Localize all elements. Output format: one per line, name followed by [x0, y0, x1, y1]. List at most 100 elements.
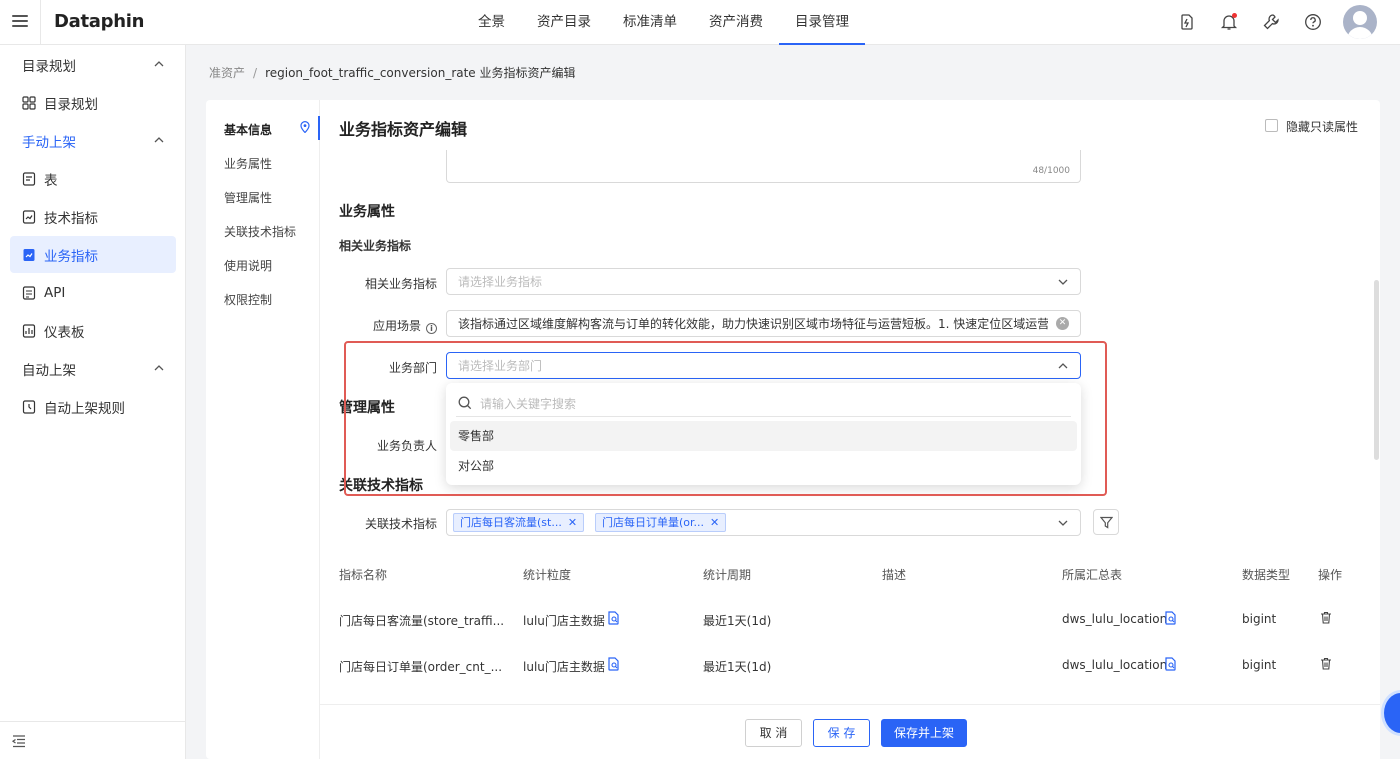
col-header-desc: 描述: [882, 568, 907, 582]
top-bar: Dataphin 全景 资产目录 标准清单 资产消费 目录管理: [0, 0, 1400, 45]
collapse-sidebar-icon[interactable]: [12, 734, 26, 748]
sidebar-item-table[interactable]: 表: [10, 160, 176, 197]
sidebar-group-auto-publish[interactable]: 自动上架: [10, 350, 176, 387]
delete-icon[interactable]: [1320, 657, 1332, 670]
chevron-up-icon: [154, 137, 164, 143]
nav-tab-standards[interactable]: 标准清单: [607, 0, 693, 45]
anchor-management-attrs[interactable]: 管理属性: [224, 189, 272, 206]
col-header-period: 统计周期: [703, 568, 752, 582]
tech-metric-select[interactable]: 门店每日客流量(st... ✕ 门店每日订单量(or... ✕: [446, 509, 1081, 536]
anchor-business-attrs[interactable]: 业务属性: [224, 155, 272, 172]
delete-icon[interactable]: [1320, 611, 1332, 624]
tag-close-icon[interactable]: ✕: [568, 516, 577, 529]
sidebar-item-label: 自动上架规则: [44, 400, 125, 417]
dashboard-icon: [22, 323, 36, 338]
page-title: 业务指标资产编辑: [339, 120, 468, 139]
main-nav: 全景 资产目录 标准清单 资产消费 目录管理: [462, 0, 865, 45]
tag-close-icon[interactable]: ✕: [710, 516, 719, 529]
related-metric-select[interactable]: 请选择业务指标: [446, 268, 1081, 295]
row1-name[interactable]: 门店每日客流量(store_traffi...: [339, 612, 504, 629]
clear-icon[interactable]: ✕: [1056, 317, 1069, 330]
breadcrumb-separator: /: [253, 66, 258, 80]
notification-bell-icon[interactable]: [1220, 13, 1238, 31]
tasks-icon[interactable]: [1178, 13, 1196, 31]
col-header-actions: 操作: [1318, 568, 1343, 582]
menu-icon[interactable]: [12, 13, 28, 29]
sidebar: 目录规划 目录规划 手动上架 表 技术指标 业务指标 API 仪表板 自动上架 …: [0, 45, 186, 759]
grid-icon: [22, 95, 36, 110]
nav-tab-consumption[interactable]: 资产消费: [693, 0, 779, 45]
tech-metric-label: 关联技术指标: [364, 517, 437, 531]
view-detail-icon[interactable]: [607, 611, 620, 625]
anchor-basic-info[interactable]: 基本信息: [224, 121, 272, 138]
anchor-permission-control[interactable]: 权限控制: [224, 291, 272, 308]
breadcrumb-parent[interactable]: 准资产: [209, 66, 245, 80]
row1-type: bigint: [1242, 612, 1277, 626]
sidebar-item-label: 仪表板: [44, 324, 85, 341]
breadcrumb-current: region_foot_traffic_conversion_rate 业务指标…: [265, 66, 576, 80]
sidebar-item-auto-rules[interactable]: 自动上架规则: [10, 388, 176, 425]
row2-table: dws_lulu_location: [1062, 658, 1168, 672]
hide-readonly-checkbox[interactable]: [1265, 119, 1278, 132]
chevron-down-icon: [1058, 520, 1068, 526]
highlight-box: [344, 341, 1107, 496]
sidebar-item-label: 表: [44, 172, 58, 189]
description-textarea[interactable]: 48/1000: [446, 150, 1081, 183]
scene-label: 应用场景: [372, 319, 421, 333]
sidebar-item-label: 技术指标: [44, 210, 98, 227]
view-detail-icon[interactable]: [607, 657, 620, 671]
sidebar-item-api[interactable]: API: [10, 274, 176, 311]
hide-readonly-label[interactable]: 隐藏只读属性: [1286, 118, 1358, 135]
row1-grain: lulu门店主数据: [523, 614, 605, 628]
tech-metric-tag: 门店每日订单量(or... ✕: [595, 513, 727, 532]
save-button[interactable]: 保 存: [813, 719, 870, 747]
nav-tab-overview[interactable]: 全景: [462, 0, 521, 45]
view-detail-icon[interactable]: [1164, 611, 1177, 625]
related-metric-placeholder: 请选择业务指标: [458, 275, 543, 289]
sidebar-item-label: 业务指标: [44, 248, 98, 265]
related-metric-label: 相关业务指标: [364, 277, 437, 291]
user-avatar[interactable]: [1343, 5, 1377, 39]
rules-icon: [22, 399, 36, 414]
tech-metric-tag: 门店每日客流量(st... ✕: [453, 513, 585, 532]
sidebar-group-catalog-plan[interactable]: 目录规划: [10, 46, 176, 83]
anchor-usage-notes[interactable]: 使用说明: [224, 257, 272, 274]
sidebar-item-dashboard[interactable]: 仪表板: [10, 312, 176, 349]
row2-name[interactable]: 门店每日订单量(order_cnt_...: [339, 658, 502, 675]
tools-icon[interactable]: [1262, 13, 1280, 31]
anchor-related-tech-metrics[interactable]: 关联技术指标: [224, 223, 296, 240]
cancel-button[interactable]: 取 消: [745, 719, 802, 747]
row2-grain: lulu门店主数据: [523, 660, 605, 674]
sidebar-group-label: 目录规划: [22, 58, 76, 75]
app-logo[interactable]: Dataphin: [54, 11, 144, 32]
filter-button[interactable]: [1093, 509, 1119, 535]
sidebar-footer: [0, 721, 186, 759]
chevron-down-icon: [1058, 279, 1068, 285]
row1-period: 最近1天(1d): [703, 614, 772, 628]
sidebar-group-label: 自动上架: [22, 362, 76, 379]
help-icon[interactable]: [1304, 13, 1322, 31]
nav-tab-catalog-management[interactable]: 目录管理: [779, 0, 865, 45]
nav-tab-catalog[interactable]: 资产目录: [521, 0, 607, 45]
scene-input[interactable]: 该指标通过区域维度解构客流与订单的转化效能，助力快速识别区域市场特征与运营短板。…: [446, 310, 1081, 337]
tag-label: 门店每日订单量(or...: [602, 516, 705, 529]
save-and-publish-button[interactable]: 保存并上架: [881, 719, 967, 747]
chevron-up-icon: [154, 61, 164, 67]
metric-doc-icon: [22, 209, 36, 224]
sidebar-item-business-metric[interactable]: 业务指标: [10, 236, 176, 273]
sidebar-item-catalog-plan[interactable]: 目录规划: [10, 84, 176, 121]
sidebar-group-manual-publish[interactable]: 手动上架: [10, 122, 176, 159]
char-counter: 48/1000: [1032, 166, 1070, 176]
col-header-name: 指标名称: [339, 568, 388, 582]
scene-value: 该指标通过区域维度解构客流与订单的转化效能，助力快速识别区域市场特征与运营短板。…: [458, 317, 1048, 331]
row2-type: bigint: [1242, 658, 1277, 672]
api-icon: [22, 285, 36, 300]
sidebar-group-label: 手动上架: [22, 134, 76, 151]
view-detail-icon[interactable]: [1164, 657, 1177, 671]
col-header-type: 数据类型: [1242, 568, 1291, 582]
assistant-float-icon[interactable]: [1381, 690, 1400, 736]
col-header-grain: 统计粒度: [523, 568, 572, 582]
content-scrollbar[interactable]: [1374, 280, 1379, 460]
info-icon[interactable]: i: [426, 323, 437, 334]
sidebar-item-tech-metric[interactable]: 技术指标: [10, 198, 176, 235]
